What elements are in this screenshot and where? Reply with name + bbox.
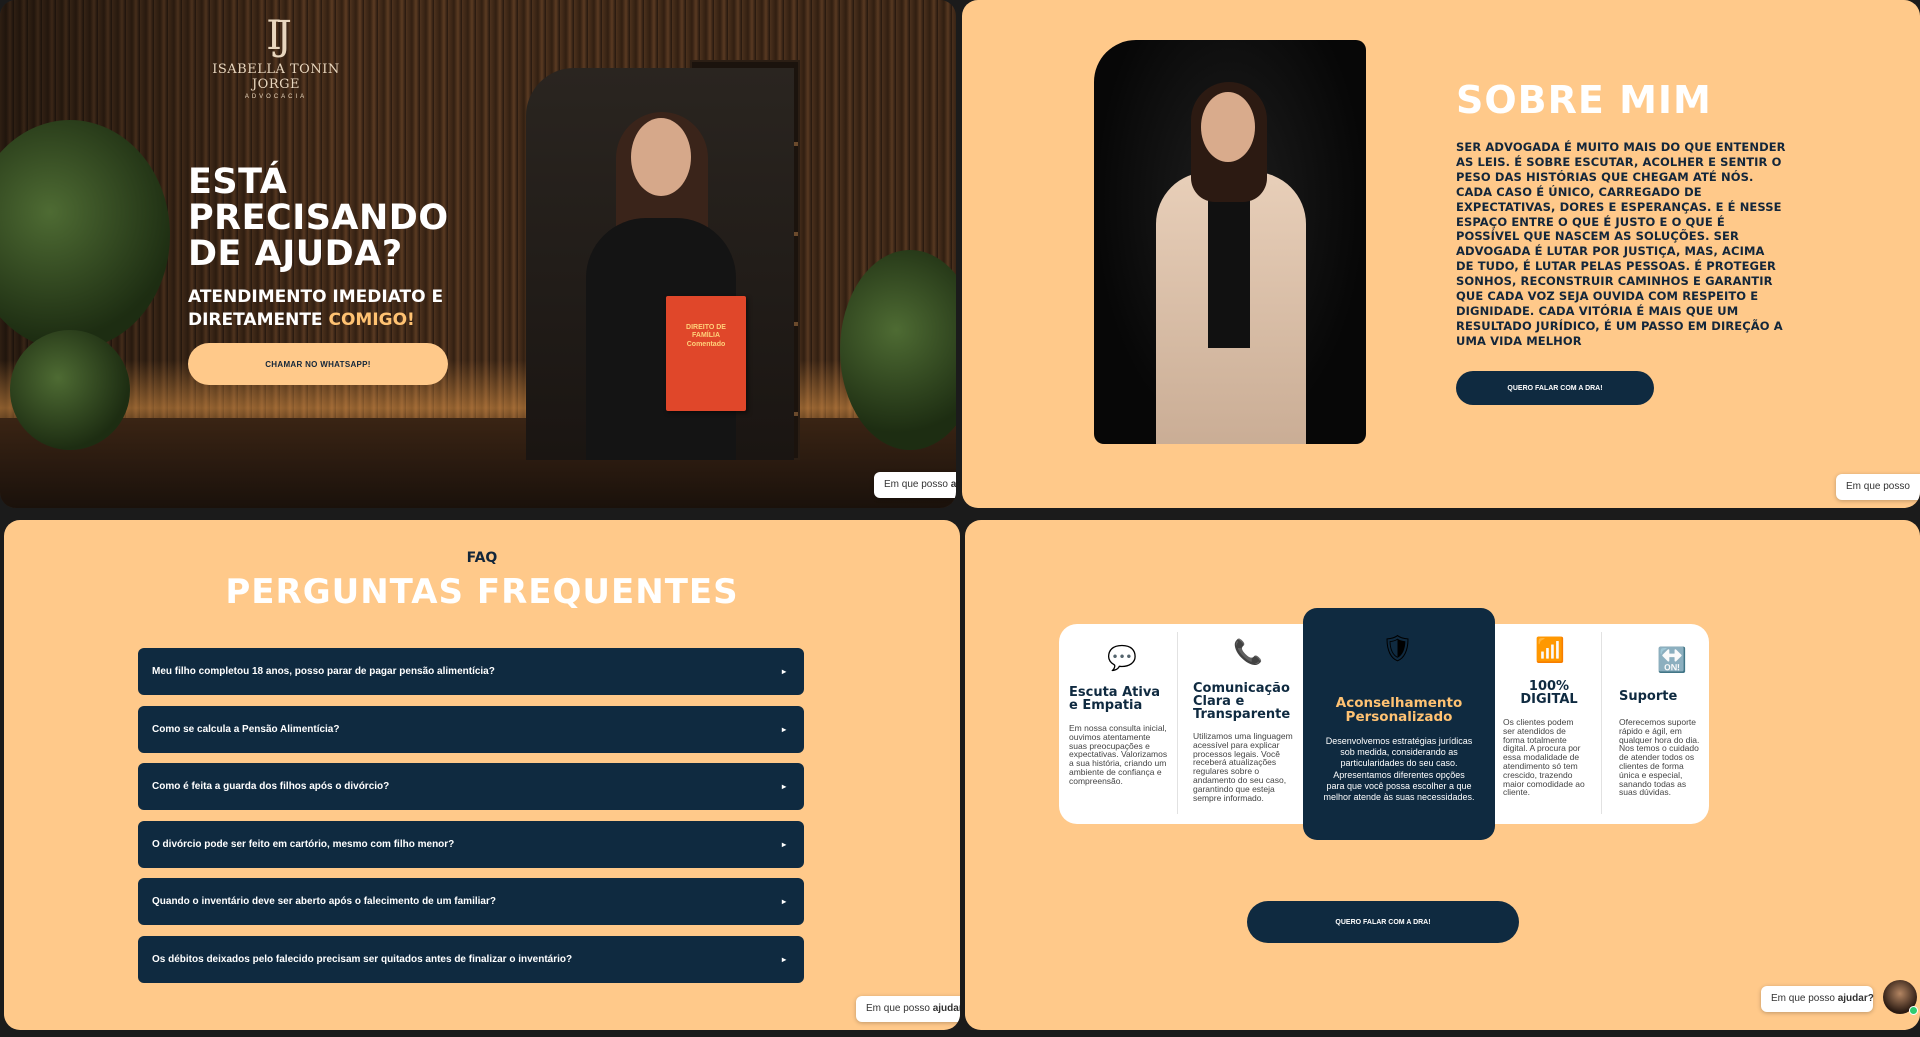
service-card: 🔛 Suporte Oferecemos suporte rápido e ág… [1601, 624, 1709, 824]
chat-widget-pill[interactable]: Em que posso ajudar? [856, 996, 960, 1022]
toggle-icon: 🔛 [1657, 646, 1687, 674]
caret-right-icon: ▸ [781, 724, 786, 734]
hero-floor [0, 418, 956, 508]
service-card-text: Utilizamos uma linguagem acessível para … [1193, 731, 1293, 803]
chat-widget-bold: ajudar? [932, 1003, 960, 1014]
chat-widget-pill[interactable]: Em que posso ajudar? [1761, 986, 1874, 1012]
faq-tag: FAQ [466, 550, 498, 566]
book-title: DIREITO DE FAMÍLIA Comentado [686, 324, 726, 348]
faq-item[interactable]: Como se calcula a Pensão Alimentícia? ▸ [138, 705, 804, 753]
caret-right-icon: ▸ [781, 667, 786, 676]
faq-question: Como se calcula a Pensão Alimentícia? [152, 723, 340, 735]
faq-item[interactable]: O divórcio pode ser feito em cartório, m… [138, 820, 804, 868]
faq-question: Meu filho completou 18 anos, posso parar… [152, 666, 495, 677]
online-status-dot [1909, 1006, 1918, 1015]
service-card-title: Escuta Ativa e Empatia [1069, 685, 1161, 713]
hero-title-line: PRECISANDO [188, 198, 449, 238]
chat-widget-text: Em que posso [866, 1003, 933, 1014]
hero-title-line: DE AJUDA? [188, 234, 403, 274]
speech-bubble-icon: 💬 [1107, 644, 1137, 672]
lawyer-photo: DIREITO DE FAMÍLIA Comentado [526, 68, 794, 460]
faq-title: PERGUNTAS FREQUENTES [225, 572, 739, 612]
service-card: 📶 100% DIGITAL Os clientes podem ser ate… [1495, 624, 1601, 824]
caret-right-icon: ▸ [781, 782, 786, 792]
faq-question: O divórcio pode ser feito em cartório, m… [152, 838, 455, 850]
lawyer-figure: DIREITO DE FAMÍLIA Comentado [586, 112, 746, 460]
service-card-title: Suporte [1619, 689, 1678, 704]
hero-subtitle: ATENDIMENTO IMEDIATO E DIRETAMENTE COMIG… [188, 286, 488, 332]
about-title: SOBRE MIM [1456, 78, 1712, 122]
faq-question: Os débitos deixados pelo falecido precis… [152, 953, 573, 965]
chat-widget-text: Em que posso [1771, 993, 1838, 1004]
service-card-text: Em nossa consulta inicial, ouvimos atent… [1069, 723, 1168, 786]
service-card-text: Os clientes podem ser atendidos de forma… [1503, 717, 1585, 798]
faq-list: Meu filho completou 18 anos, posso parar… [138, 648, 804, 994]
contact-lawyer-button[interactable]: QUERO FALAR COM A DRA! [1456, 371, 1654, 405]
faq-item[interactable]: Quando o inventário deve ser aberto após… [138, 878, 804, 926]
hero-subtitle-accent: COMIGO! [328, 310, 415, 330]
wifi-icon: 📶 [1535, 636, 1565, 664]
faq-item[interactable]: Como é feita a guarda dos filhos após o … [138, 763, 804, 811]
logo-mark: IJ [266, 13, 292, 59]
brand-logo[interactable]: IJ ISABELLA TONIN JORGE ADVOCACIA [195, 14, 357, 100]
chat-widget-pill[interactable]: Em que posso [1836, 474, 1920, 500]
logo-subtitle: ADVOCACIA [244, 94, 308, 100]
chat-widget-bold: aju [950, 479, 956, 490]
service-card-title: Comunicação Clara e Transparente [1193, 681, 1291, 722]
service-card-title: Aconselhamento Personalizado [1335, 695, 1463, 725]
service-card-title: 100% DIGITAL [1520, 679, 1578, 707]
faq-question: Quando o inventário deve ser aberto após… [152, 896, 496, 908]
caret-right-icon: ▸ [781, 839, 786, 849]
chat-widget-text: Em que posso [884, 479, 951, 490]
lawyer-figure [1146, 82, 1316, 444]
faq-item[interactable]: Os débitos deixados pelo falecido precis… [138, 935, 804, 983]
hero-subtitle-line: DIRETAMENTE COMIGO! [188, 309, 488, 332]
whatsapp-button[interactable]: CHAMAR NO WHATSAPP! [188, 343, 448, 385]
caret-right-icon: ▸ [781, 897, 786, 907]
services-panel: 💬 Escuta Ativa e Empatia Em nossa consul… [965, 520, 1920, 1030]
hero-panel: IJ ISABELLA TONIN JORGE ADVOCACIA DIREIT… [0, 0, 956, 508]
logo-name: ISABELLA TONIN JORGE [212, 62, 340, 92]
about-panel: SOBRE MIM SER ADVOGADA É MUITO MAIS DO Q… [962, 0, 1920, 508]
faq-question: Como é feita a guarda dos filhos após o … [152, 781, 390, 793]
phone-icon: 📞 [1233, 638, 1263, 666]
hero-subtitle-text: DIRETAMENTE [188, 310, 329, 330]
plant-image [10, 330, 130, 450]
book-image: DIREITO DE FAMÍLIA Comentado [666, 296, 746, 411]
featured-service-card: 🛡 Aconselhamento Personalizado Desenvolv… [1303, 608, 1495, 840]
service-card: 📞 Comunicação Clara e Transparente Utili… [1177, 624, 1303, 824]
hero-title-line: ESTÁ [188, 162, 288, 202]
service-card-text: Oferecemos suporte rápido e ágil, em qua… [1619, 717, 1700, 798]
hero-title: ESTÁ PRECISANDO DE AJUDA? [188, 164, 488, 272]
service-card-text: Desenvolvemos estratégias jurídicas sob … [1323, 736, 1475, 803]
caret-right-icon: ▸ [781, 954, 786, 964]
about-lawyer-photo [1094, 40, 1366, 444]
service-card: 💬 Escuta Ativa e Empatia Em nossa consul… [1059, 624, 1177, 824]
faq-item[interactable]: Meu filho completou 18 anos, posso parar… [138, 648, 804, 695]
chat-widget-bold: ajudar? [1837, 993, 1874, 1004]
shield-icon: 🛡 [1381, 634, 1415, 664]
chat-widget-text: Em que posso [1846, 481, 1910, 492]
faq-panel: FAQ PERGUNTAS FREQUENTES Meu filho compl… [4, 520, 960, 1030]
hero-subtitle-line: ATENDIMENTO IMEDIATO E [188, 287, 444, 307]
contact-lawyer-button[interactable]: QUERO FALAR COM A DRA! [1247, 901, 1519, 943]
chat-widget-pill[interactable]: Em que posso aju [874, 472, 956, 498]
about-text: SER ADVOGADA É MUITO MAIS DO QUE ENTENDE… [1456, 140, 1786, 348]
